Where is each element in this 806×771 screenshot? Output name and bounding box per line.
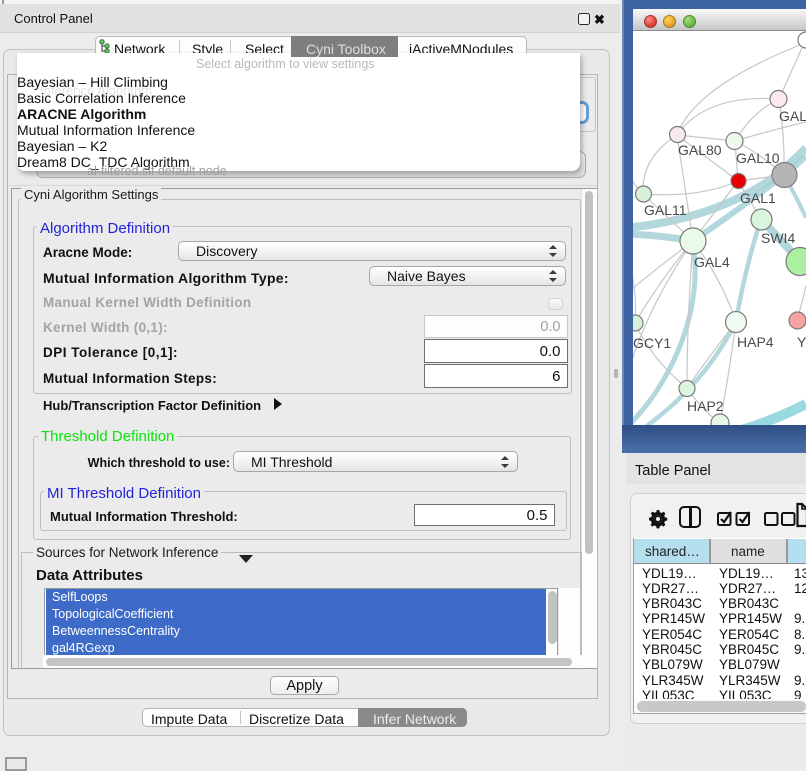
svg-text:GCY1: GCY1: [633, 335, 671, 351]
svg-text:GAL1: GAL1: [740, 190, 776, 206]
svg-text:HAP4: HAP4: [737, 334, 774, 350]
svg-text:Y: Y: [797, 334, 806, 350]
svg-text:HAP2: HAP2: [687, 398, 724, 414]
svg-text:GAL4: GAL4: [694, 254, 730, 270]
svg-text:GAL80: GAL80: [678, 142, 722, 158]
svg-text:GAL11: GAL11: [644, 202, 687, 218]
svg-text:SWI4: SWI4: [761, 230, 795, 246]
svg-text:GAL10: GAL10: [736, 150, 780, 166]
svg-text:GAL: GAL: [779, 108, 806, 124]
